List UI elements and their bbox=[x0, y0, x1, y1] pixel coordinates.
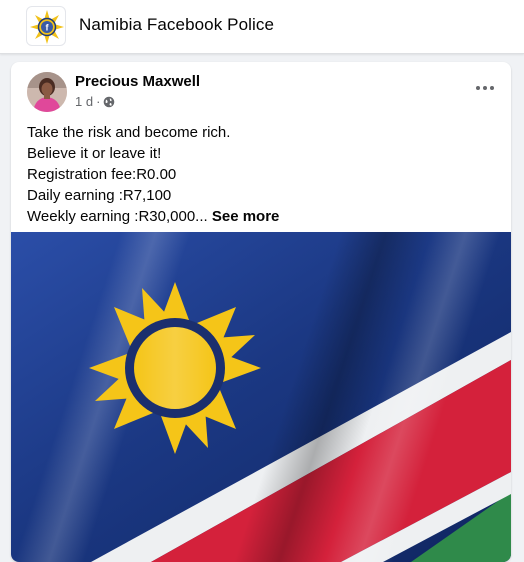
author-photo-icon bbox=[27, 72, 67, 112]
more-dot-icon bbox=[483, 86, 487, 90]
globe-icon bbox=[104, 96, 115, 107]
group-name[interactable]: Namibia Facebook Police bbox=[79, 15, 274, 35]
group-avatar[interactable]: f bbox=[26, 6, 66, 46]
more-dot-icon bbox=[490, 86, 494, 90]
post-line: Daily earning :R7,100 bbox=[27, 187, 172, 204]
author-avatar[interactable] bbox=[27, 72, 67, 112]
post-line-last: Weekly earning :R30,000... See more bbox=[27, 206, 497, 227]
post-image[interactable] bbox=[11, 232, 511, 562]
post-options-button[interactable] bbox=[473, 80, 497, 96]
namibia-flag-image bbox=[11, 232, 511, 562]
post-line-text: Weekly earning :R30,000... bbox=[27, 208, 208, 225]
group-logo-icon: f bbox=[30, 10, 64, 44]
group-header: f Namibia Facebook Police bbox=[0, 0, 524, 54]
post-timestamp[interactable]: 1 d bbox=[75, 94, 93, 109]
post-line: Take the risk and become rich. bbox=[27, 124, 231, 141]
meta-separator: · bbox=[96, 94, 101, 109]
more-dot-icon bbox=[476, 86, 480, 90]
post-body: Take the risk and become rich. Believe i… bbox=[27, 122, 497, 227]
see-more-link[interactable]: See more bbox=[212, 208, 280, 225]
post-line: Believe it or leave it! bbox=[27, 145, 162, 162]
post-card: Precious Maxwell 1 d · Take the risk and… bbox=[11, 62, 511, 562]
post-line: Registration fee:R0.00 bbox=[27, 166, 177, 183]
post-meta: 1 d · bbox=[75, 94, 115, 109]
author-name[interactable]: Precious Maxwell bbox=[75, 73, 200, 90]
